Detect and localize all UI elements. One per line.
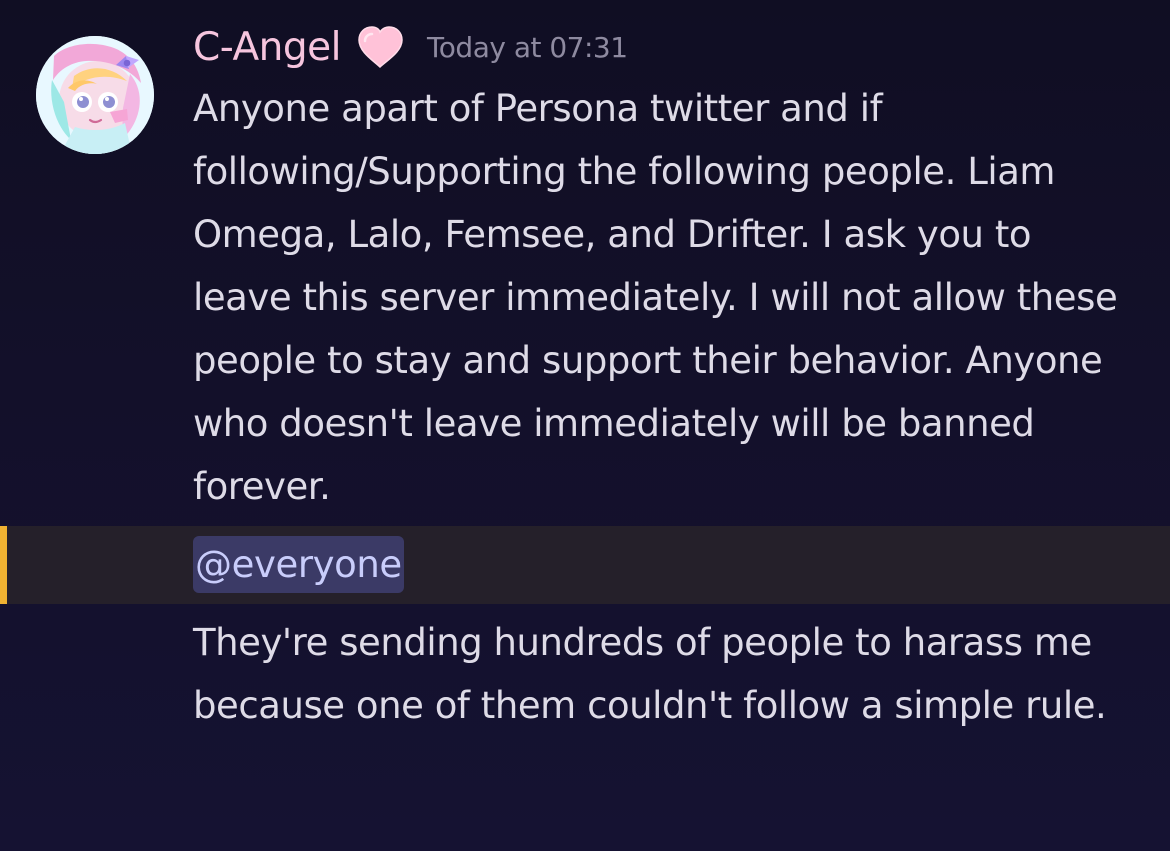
followup-message-content: They're sending hundreds of people to ha… — [193, 621, 1107, 727]
message-content: Anyone apart of Persona twitter and if f… — [193, 87, 1118, 508]
user-avatar[interactable] — [36, 36, 154, 154]
username[interactable]: C-Angel — [193, 22, 341, 74]
message-timestamp[interactable]: Today at 07:31 — [427, 22, 628, 74]
everyone-mention[interactable]: @everyone — [193, 536, 404, 593]
pink-heart-icon — [351, 22, 409, 74]
mention-highlight-row: @everyone — [0, 526, 1170, 604]
anime-girl-avatar-icon — [36, 36, 154, 154]
message-header: C-Angel Today at 07:31 — [193, 22, 628, 74]
mention-highlight-bar — [0, 526, 7, 604]
chat-message: C-Angel Today at 07:31 Anyone apart of P… — [0, 0, 1170, 851]
